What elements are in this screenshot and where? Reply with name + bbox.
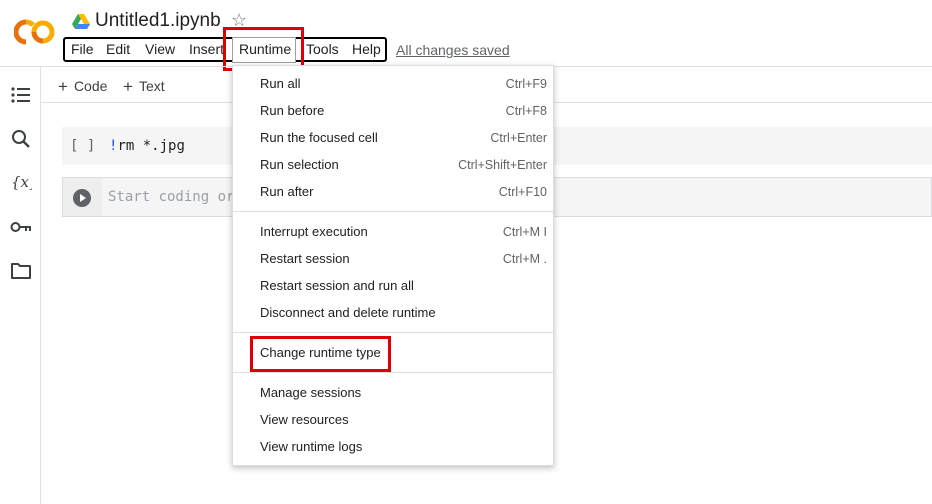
- cell-2-placeholder: Start coding or: [108, 189, 235, 205]
- notebook-title[interactable]: Untitled1.ipynb: [95, 10, 221, 32]
- plus-icon: +: [123, 77, 133, 96]
- menu-separator: [233, 211, 553, 212]
- menu-item-manage-sessions[interactable]: Manage sessions: [260, 385, 361, 400]
- cell-1-code[interactable]: !rm *.jpg: [109, 138, 185, 154]
- add-code-cell-button[interactable]: + Code: [58, 77, 107, 97]
- menu-item-interrupt-execution[interactable]: Interrupt execution: [260, 224, 368, 239]
- variables-icon[interactable]: {x}: [10, 171, 32, 193]
- menu-view[interactable]: View: [145, 41, 175, 57]
- menu-item-run-focused-cell[interactable]: Run the focused cell: [260, 130, 378, 145]
- menu-file[interactable]: File: [71, 41, 94, 57]
- add-text-label: Text: [138, 78, 165, 94]
- shortcut-run-focused-cell: Ctrl+Enter: [490, 131, 547, 145]
- cell-execution-count: [ ]: [70, 138, 96, 154]
- table-of-contents-icon[interactable]: [10, 84, 32, 106]
- shortcut-run-selection: Ctrl+Shift+Enter: [458, 158, 547, 172]
- menu-tools[interactable]: Tools: [306, 41, 339, 57]
- menu-separator: [233, 372, 553, 373]
- files-folder-icon[interactable]: [10, 260, 32, 282]
- sidebar-divider: [40, 66, 41, 504]
- menu-item-view-resources[interactable]: View resources: [260, 412, 349, 427]
- menu-insert[interactable]: Insert: [189, 41, 223, 57]
- menu-separator: [233, 332, 553, 333]
- menu-item-restart-session[interactable]: Restart session: [260, 251, 350, 266]
- menu-item-view-runtime-logs[interactable]: View runtime logs: [260, 439, 362, 454]
- shortcut-run-after: Ctrl+F10: [498, 185, 547, 199]
- colab-logo-icon[interactable]: [14, 18, 56, 46]
- svg-text:{x}: {x}: [11, 173, 32, 191]
- google-drive-icon: [72, 14, 90, 29]
- run-cell-icon[interactable]: [72, 188, 92, 208]
- menu-item-run-before[interactable]: Run before: [260, 103, 324, 118]
- plus-icon: +: [58, 77, 68, 96]
- save-status-link[interactable]: All changes saved: [396, 42, 510, 58]
- add-code-label: Code: [73, 78, 108, 94]
- menu-item-run-selection[interactable]: Run selection: [260, 157, 339, 172]
- menu-edit[interactable]: Edit: [106, 41, 130, 57]
- shortcut-interrupt-execution: Ctrl+M I: [502, 225, 547, 239]
- cell-1-code-text: rm *.jpg: [117, 138, 185, 154]
- search-icon[interactable]: [10, 128, 32, 150]
- menu-item-disconnect-delete-runtime[interactable]: Disconnect and delete runtime: [260, 305, 436, 320]
- menu-item-restart-and-run-all[interactable]: Restart session and run all: [260, 278, 414, 293]
- menu-item-run-after[interactable]: Run after: [260, 184, 313, 199]
- secrets-key-icon[interactable]: [10, 216, 32, 238]
- shortcut-restart-session: Ctrl+M .: [502, 252, 547, 266]
- menu-help[interactable]: Help: [352, 41, 381, 57]
- shortcut-run-all: Ctrl+F9: [505, 77, 547, 91]
- menu-item-run-all[interactable]: Run all: [260, 76, 300, 91]
- shortcut-run-before: Ctrl+F8: [505, 104, 547, 118]
- change-runtime-highlight-box: [250, 336, 391, 372]
- add-text-cell-button[interactable]: + Text: [123, 77, 165, 97]
